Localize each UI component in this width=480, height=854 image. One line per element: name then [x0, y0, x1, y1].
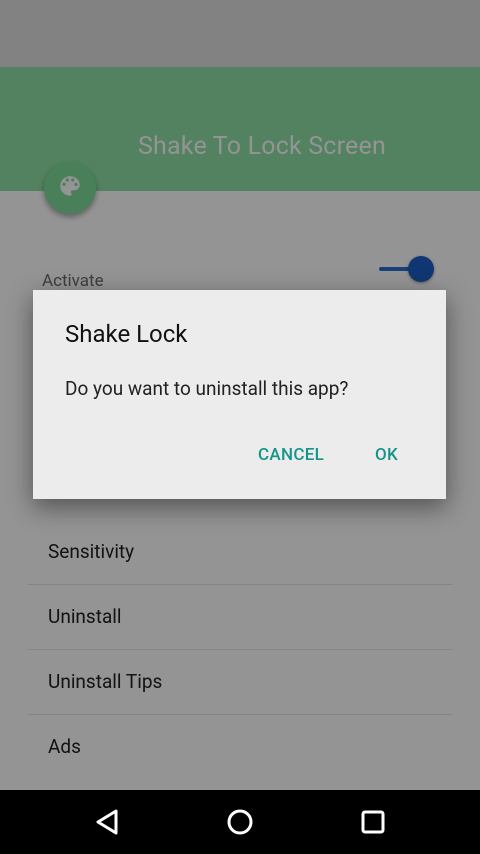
cancel-button[interactable]: CANCEL — [258, 445, 324, 465]
dialog-message: Do you want to uninstall this app? — [65, 377, 349, 400]
recents-icon[interactable] — [353, 802, 393, 842]
home-icon[interactable] — [220, 802, 260, 842]
ok-button[interactable]: OK — [375, 445, 398, 465]
uninstall-dialog: Shake Lock Do you want to uninstall this… — [33, 290, 446, 499]
dialog-title: Shake Lock — [65, 320, 188, 348]
navigation-bar — [0, 790, 480, 854]
back-icon[interactable] — [87, 802, 127, 842]
